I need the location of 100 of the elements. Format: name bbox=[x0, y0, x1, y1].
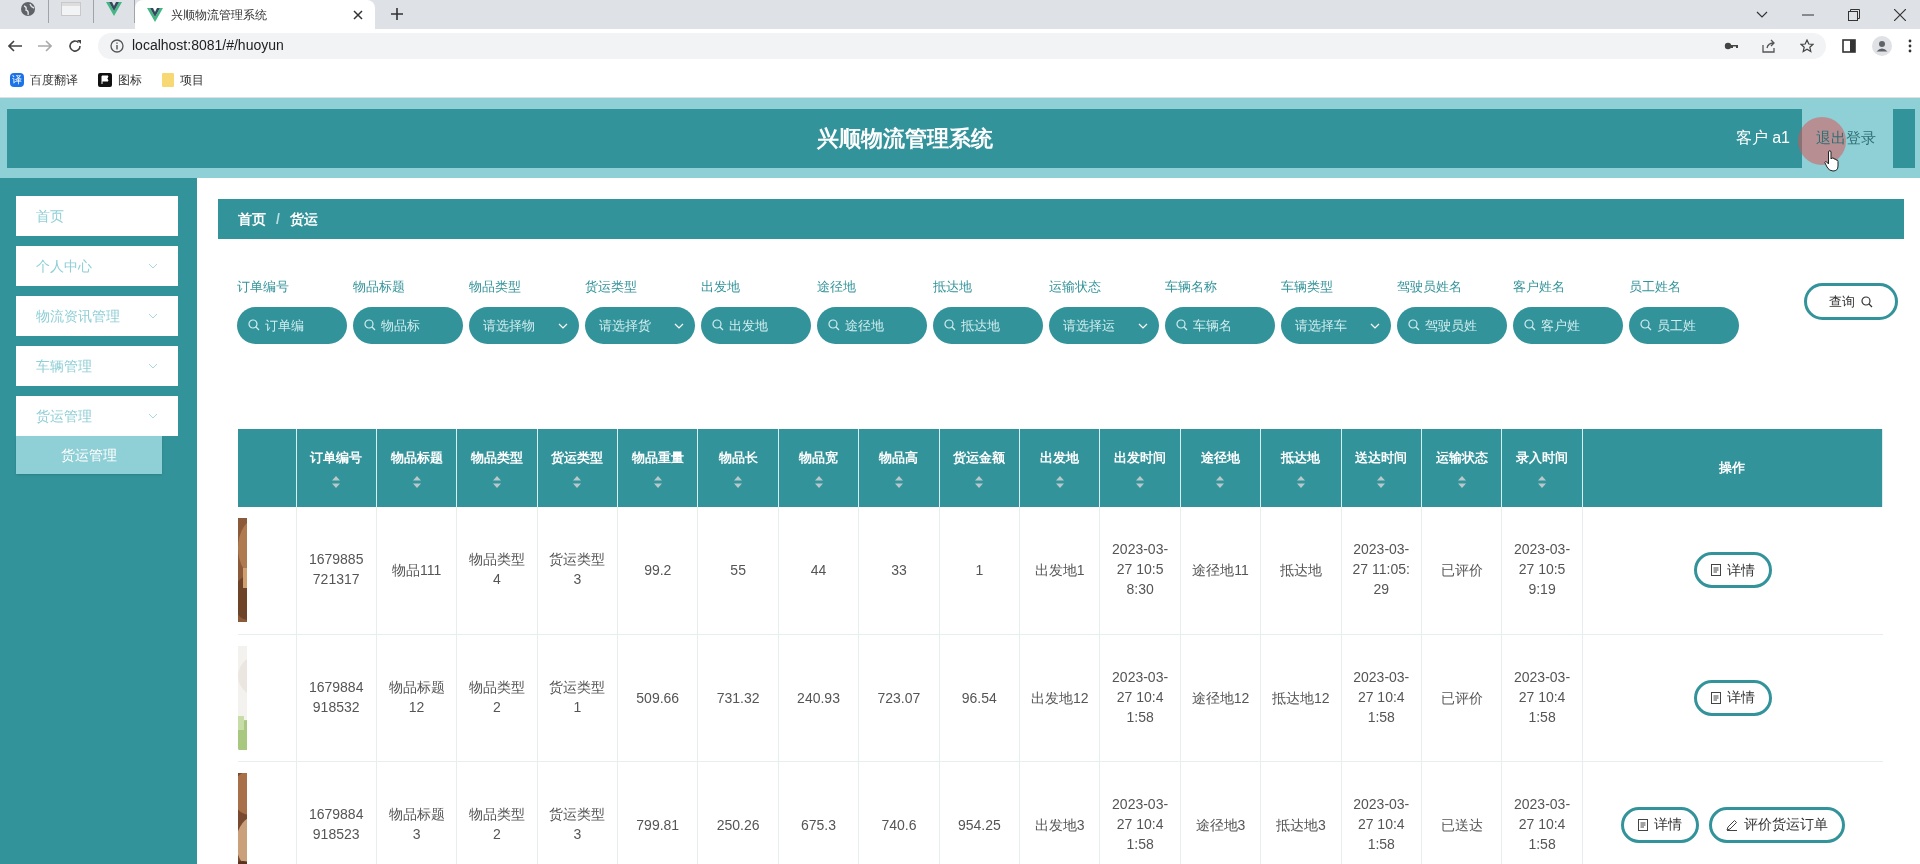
filter-label: 车辆类型 bbox=[1281, 278, 1334, 296]
logout-button[interactable]: 退出登录 bbox=[1802, 108, 1890, 168]
filter-label: 物品类型 bbox=[469, 278, 522, 296]
table-cell-text: 抵达地12 bbox=[1271, 688, 1330, 708]
table-cell-text: 1 bbox=[974, 561, 985, 581]
input-field[interactable]: 客户姓 bbox=[1513, 307, 1623, 344]
filter-label: 途径地 bbox=[817, 278, 857, 296]
review-button[interactable]: 评价货运订单 bbox=[1708, 806, 1845, 843]
breadcrumb-link[interactable]: 首页 bbox=[238, 208, 266, 230]
app-title: 兴顺物流管理系统 bbox=[816, 124, 993, 153]
select-field[interactable]: 请选择车 bbox=[1281, 307, 1391, 344]
filter-label: 出发地 bbox=[701, 278, 741, 296]
table-cell-text: 33 bbox=[890, 561, 908, 581]
table-cell-text: 2023-03-27 10:41:58 bbox=[1111, 794, 1170, 854]
select-field[interactable]: 请选择货 bbox=[585, 307, 695, 344]
table-cell-text: 2023-03-27 10:41:58 bbox=[1352, 794, 1411, 854]
table-cell-text: 2023-03-27 11:05:29 bbox=[1352, 540, 1411, 600]
table-cell-text: 1679885721317 bbox=[307, 550, 365, 590]
detail-button[interactable]: 详情 bbox=[1693, 552, 1772, 589]
filter-label: 员工姓名 bbox=[1629, 278, 1682, 296]
column-header[interactable]: 物品高 bbox=[879, 448, 919, 468]
table-cell-text: 509.66 bbox=[635, 688, 681, 708]
filter-label: 车辆名称 bbox=[1165, 278, 1218, 296]
column-header[interactable]: 物品重量 bbox=[631, 448, 684, 468]
browser-tab[interactable]: 兴顺物流管理系统 bbox=[135, 0, 375, 29]
column-header[interactable]: 操作 bbox=[1719, 458, 1746, 478]
query-button[interactable]: 查询 bbox=[1804, 283, 1898, 320]
table-cell-text: 1679884918532 bbox=[307, 677, 365, 717]
column-header[interactable]: 途径地 bbox=[1201, 448, 1240, 468]
table-cell-text: 954.25 bbox=[956, 815, 1002, 835]
table-cell-text: 2023-03-27 10:41:58 bbox=[1513, 667, 1572, 727]
table-cell-text: 物品类型2 bbox=[467, 804, 526, 844]
table-cell-text: 货运类型3 bbox=[548, 550, 607, 590]
table-cell-text: 物品标题3 bbox=[387, 804, 446, 844]
filter-label: 运输状态 bbox=[1049, 278, 1102, 296]
table-cell-text: 货运类型3 bbox=[548, 804, 607, 844]
table-cell-text: 物品类型2 bbox=[467, 677, 526, 717]
column-header[interactable]: 出发地 bbox=[1040, 448, 1080, 468]
input-field[interactable]: 车辆名 bbox=[1165, 307, 1275, 344]
table-cell-text: 1679884918523 bbox=[307, 804, 365, 844]
column-header[interactable]: 物品宽 bbox=[799, 448, 839, 468]
input-field[interactable]: 抵达地 bbox=[933, 307, 1043, 344]
column-header[interactable]: 出发时间 bbox=[1114, 448, 1167, 468]
table-cell-text: 已评价 bbox=[1439, 688, 1484, 708]
table-cell-text: 2023-03-27 10:41:58 bbox=[1352, 667, 1411, 727]
filter-label: 客户姓名 bbox=[1513, 278, 1566, 296]
table-cell-text: 2023-03-27 10:41:58 bbox=[1111, 667, 1170, 727]
column-header[interactable]: 货运金额 bbox=[953, 448, 1006, 468]
table-cell-text: 出发地12 bbox=[1030, 688, 1089, 708]
input-field[interactable]: 员工姓 bbox=[1629, 307, 1739, 344]
column-header[interactable]: 货运类型 bbox=[551, 448, 604, 468]
input-field[interactable]: 订单编 bbox=[237, 307, 347, 344]
table-cell-text: 99.2 bbox=[643, 561, 673, 581]
select-field[interactable]: 请选择物 bbox=[469, 307, 579, 344]
breadcrumb-link[interactable]: 货运 bbox=[289, 208, 318, 230]
column-header[interactable]: 抵达地 bbox=[1281, 448, 1321, 468]
tab-title: 兴顺物流管理系统 bbox=[171, 6, 268, 24]
table-cell-text: 44 bbox=[809, 561, 828, 581]
table-cell-text: 55 bbox=[729, 561, 747, 581]
table-cell-text: 250.26 bbox=[715, 815, 761, 835]
table-cell-text: 货运类型1 bbox=[548, 677, 607, 717]
column-header[interactable]: 物品长 bbox=[718, 448, 758, 468]
input-field[interactable]: 物品标 bbox=[353, 307, 463, 344]
column-header[interactable]: 订单编号 bbox=[310, 448, 363, 468]
bookmark[interactable]: 项目 bbox=[162, 70, 204, 89]
detail-button[interactable]: 详情 bbox=[1620, 806, 1699, 843]
translate-icon: 译 bbox=[10, 72, 24, 87]
filter-label: 订单编号 bbox=[237, 278, 290, 296]
table-cell-text: 731.32 bbox=[715, 688, 761, 708]
table-cell-text: 2023-03-27 10:59:19 bbox=[1513, 540, 1572, 600]
table-cell-text: 96.54 bbox=[960, 688, 998, 708]
breadcrumb-separator: / bbox=[276, 209, 280, 229]
table-cell-text: 2023-03-27 10:41:58 bbox=[1513, 794, 1572, 854]
table-cell-text: 途径地3 bbox=[1194, 815, 1247, 835]
column-header[interactable]: 送达时间 bbox=[1355, 448, 1408, 468]
detail-button[interactable]: 详情 bbox=[1693, 679, 1772, 716]
column-header[interactable]: 物品类型 bbox=[470, 448, 523, 468]
table-cell-text: 已评价 bbox=[1439, 561, 1484, 581]
select-field[interactable]: 请选择运 bbox=[1049, 307, 1159, 344]
bookmark[interactable]: 图标 bbox=[98, 70, 142, 89]
table-cell-text: 2023-03-27 10:58:30 bbox=[1111, 540, 1170, 600]
column-header[interactable]: 运输状态 bbox=[1435, 448, 1488, 468]
table-cell-text: 抵达地3 bbox=[1274, 815, 1327, 835]
table-cell-text: 799.81 bbox=[635, 815, 681, 835]
filter-label: 抵达地 bbox=[933, 278, 973, 296]
bookmark[interactable]: 译 百度翻译 bbox=[10, 70, 78, 89]
table-cell-text: 途径地11 bbox=[1191, 561, 1250, 581]
table-cell-text: 抵达地 bbox=[1278, 561, 1323, 581]
input-field[interactable]: 驾驶员姓 bbox=[1397, 307, 1507, 344]
input-field[interactable]: 出发地 bbox=[701, 307, 811, 344]
table-cell-text: 物品标题12 bbox=[387, 677, 446, 717]
table-cell-text: 物品类型4 bbox=[467, 550, 526, 590]
table-cell-text: 已送达 bbox=[1439, 815, 1484, 835]
table-cell-text: 240.93 bbox=[796, 688, 841, 708]
table-cell-text: 675.3 bbox=[800, 815, 838, 835]
column-header[interactable]: 录入时间 bbox=[1516, 448, 1569, 468]
column-header[interactable]: 物品标题 bbox=[390, 448, 443, 468]
input-field[interactable]: 途径地 bbox=[817, 307, 927, 344]
table-cell-text: 出发地3 bbox=[1033, 815, 1086, 835]
filter-label: 驾驶员姓名 bbox=[1397, 278, 1463, 296]
